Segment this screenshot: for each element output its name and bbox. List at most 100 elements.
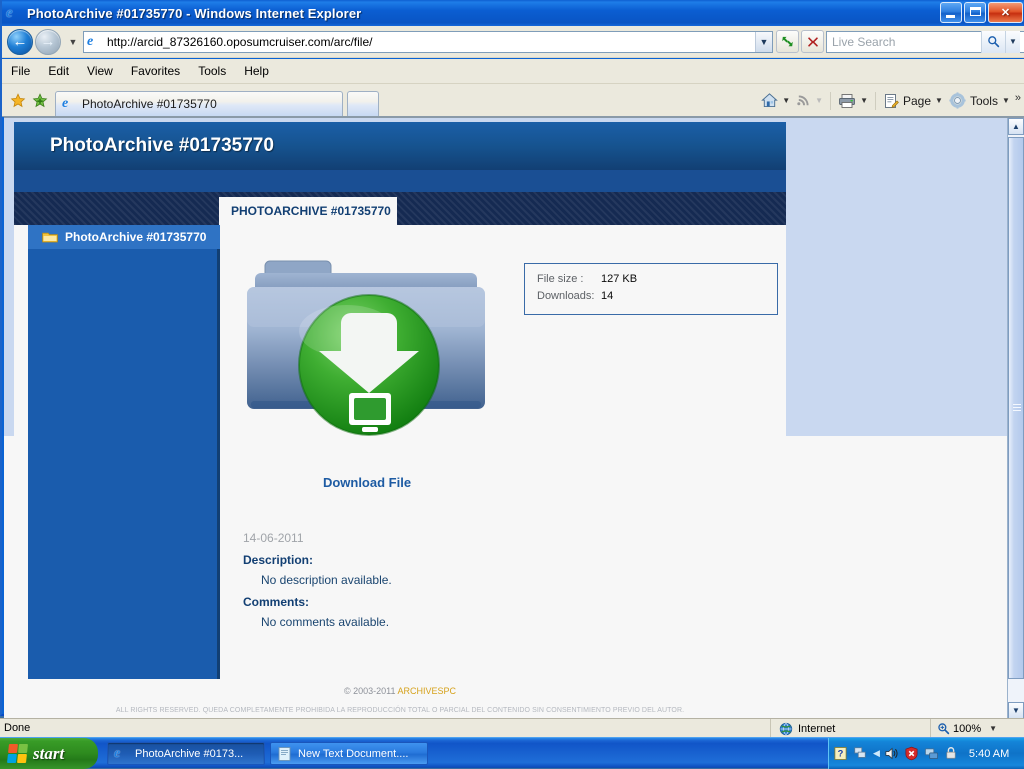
security-zone[interactable]: Internet xyxy=(770,719,835,738)
network-icon[interactable] xyxy=(924,746,940,762)
search-input[interactable]: Live Search xyxy=(827,35,981,49)
help-icon[interactable]: ? xyxy=(833,746,849,762)
taskbar-item-notepad[interactable]: New Text Document.... xyxy=(270,742,428,765)
search-box[interactable]: Live Search ▼ xyxy=(826,30,1024,53)
scroll-up-button[interactable]: ▲ xyxy=(1008,118,1024,135)
home-icon xyxy=(761,93,779,108)
file-metadata: 14-06-2011 Description: No description a… xyxy=(243,531,763,637)
menu-favorites[interactable]: Favorites xyxy=(122,62,189,80)
file-info-box: File size : 127 KB Downloads: 14 xyxy=(524,263,778,315)
favorites-center-icon[interactable] xyxy=(7,90,29,112)
upload-date: 14-06-2011 xyxy=(243,531,304,545)
status-text: Done xyxy=(4,722,31,734)
sidebar-item-photoarchive[interactable]: PhotoArchive #01735770 xyxy=(28,225,220,249)
add-to-favorites-icon[interactable] xyxy=(29,90,51,112)
menu-bar: File Edit View Favorites Tools Help xyxy=(2,59,1024,84)
page-favicon-icon: e xyxy=(87,33,94,49)
feeds-button[interactable]: ▼ xyxy=(793,90,826,112)
tools-menu-label: Tools xyxy=(969,93,998,108)
menu-file[interactable]: File xyxy=(2,62,39,80)
tab-bar: e PhotoArchive #01735770 ▼ ▼ ▼ Page ▼ To… xyxy=(2,84,1024,117)
volume-icon[interactable] xyxy=(884,746,900,762)
download-folder-icon[interactable] xyxy=(243,253,491,445)
globe-icon xyxy=(779,722,793,735)
tools-menu-button[interactable]: Tools ▼ xyxy=(946,90,1013,112)
start-button[interactable]: start xyxy=(0,738,98,769)
page-menu-button[interactable]: Page ▼ xyxy=(880,90,946,112)
chevron-down-icon[interactable]: ▼ xyxy=(989,724,997,733)
search-button[interactable] xyxy=(981,30,1005,53)
rss-icon xyxy=(797,95,809,106)
svg-text:?: ? xyxy=(838,748,844,758)
close-button[interactable]: ✕ xyxy=(988,2,1023,23)
menu-edit[interactable]: Edit xyxy=(39,62,78,80)
refresh-button[interactable] xyxy=(776,30,799,53)
site-container: PhotoArchive #01735770 PHOTOARCHIVE #017… xyxy=(14,122,786,714)
notepad-icon xyxy=(277,746,293,762)
taskbar: start e PhotoArchive #0173... New Text D… xyxy=(0,737,1024,769)
content-tab-label: PHOTOARCHIVE #01735770 xyxy=(231,204,391,218)
window-title: PhotoArchive #01735770 - Windows Interne… xyxy=(27,5,362,21)
minimize-button[interactable] xyxy=(940,2,962,23)
show-hidden-icons-button[interactable]: ◀ xyxy=(873,748,880,759)
page-canvas: PhotoArchive #01735770 PHOTOARCHIVE #017… xyxy=(4,118,1007,718)
search-dropdown-icon[interactable]: ▼ xyxy=(1005,30,1020,53)
menu-tools[interactable]: Tools xyxy=(189,62,235,80)
description-heading: Description: xyxy=(243,553,314,567)
lock-icon[interactable] xyxy=(944,746,960,762)
scrollbar-thumb[interactable] xyxy=(1008,137,1024,679)
taskbar-item-browser[interactable]: e PhotoArchive #0173... xyxy=(107,742,265,765)
site-subheader-bar xyxy=(14,170,786,192)
info-row: File size : 127 KB xyxy=(537,271,777,288)
footer-brand-link[interactable]: ARCHIVESPC xyxy=(398,686,457,696)
page-icon xyxy=(885,93,899,108)
gear-icon xyxy=(949,92,966,109)
chevron-down-icon[interactable]: ▼ xyxy=(755,31,772,52)
footer-rights-text: ALL RIGHTS RESERVED. QUEDA COMPLETAMENTE… xyxy=(115,707,685,714)
taskbar-item-label: PhotoArchive #0173... xyxy=(135,747,244,760)
start-button-label: start xyxy=(33,743,65,763)
command-bar: ▼ ▼ ▼ Page ▼ Tools ▼ » xyxy=(758,87,1024,114)
menu-view[interactable]: View xyxy=(78,62,122,80)
printer-icon xyxy=(839,93,856,108)
security-alert-icon[interactable] xyxy=(904,746,920,762)
refresh-icon xyxy=(782,36,793,47)
new-tab-button[interactable] xyxy=(347,91,379,116)
download-file-link[interactable]: Download File xyxy=(243,475,491,490)
taskbar-clock[interactable]: 5:40 AM xyxy=(969,748,1009,760)
stop-button[interactable] xyxy=(801,30,824,53)
back-button[interactable]: ← xyxy=(7,28,33,55)
file-size-label: File size : xyxy=(537,273,584,285)
ie-logo-icon: e xyxy=(114,745,121,761)
browser-tab-active[interactable]: e PhotoArchive #01735770 xyxy=(55,91,343,116)
page-scrollbar[interactable]: ▲ ▼ xyxy=(1007,118,1024,718)
main-content: Download File File size : 127 KB Downloa… xyxy=(223,225,786,679)
zoom-icon xyxy=(938,723,950,735)
zoom-control[interactable]: 100% ▼ xyxy=(930,719,997,738)
comments-body: No comments available. xyxy=(261,615,390,629)
scroll-down-button[interactable]: ▼ xyxy=(1008,702,1024,718)
taskbar-item-label: New Text Document.... xyxy=(298,747,409,760)
file-size-value: 127 KB xyxy=(601,273,638,285)
network-activity-icon[interactable] xyxy=(853,746,869,762)
forward-button[interactable]: → xyxy=(35,28,61,55)
footer-copyright: © 2003-2011 ARCHIVESPC xyxy=(14,686,786,696)
command-overflow-icon[interactable]: » xyxy=(1015,92,1021,104)
menu-help[interactable]: Help xyxy=(235,62,278,80)
content-tab[interactable]: PHOTOARCHIVE #01735770 xyxy=(219,197,397,225)
history-dropdown-icon[interactable]: ▼ xyxy=(66,37,80,47)
address-bar[interactable]: e http://arcid_87326160.oposumcruiser.co… xyxy=(83,30,773,53)
print-button[interactable]: ▼ xyxy=(835,90,871,112)
search-icon xyxy=(988,36,1000,48)
sidebar-item-label: PhotoArchive #01735770 xyxy=(65,230,207,244)
close-icon xyxy=(807,36,818,47)
ie-logo-icon: e xyxy=(62,96,69,111)
browser-window: e PhotoArchive #01735770 - Windows Inter… xyxy=(0,0,1024,718)
address-input[interactable]: http://arcid_87326160.oposumcruiser.com/… xyxy=(107,35,755,49)
restore-button[interactable] xyxy=(964,2,986,23)
title-bar: e PhotoArchive #01735770 - Windows Inter… xyxy=(2,0,1024,26)
home-button[interactable]: ▼ xyxy=(758,90,793,112)
footer-copyright-text: © 2003-2011 xyxy=(343,686,396,696)
site-footer: © 2003-2011 ARCHIVESPC ALL RIGHTS RESERV… xyxy=(14,679,786,714)
security-zone-label: Internet xyxy=(798,722,836,735)
